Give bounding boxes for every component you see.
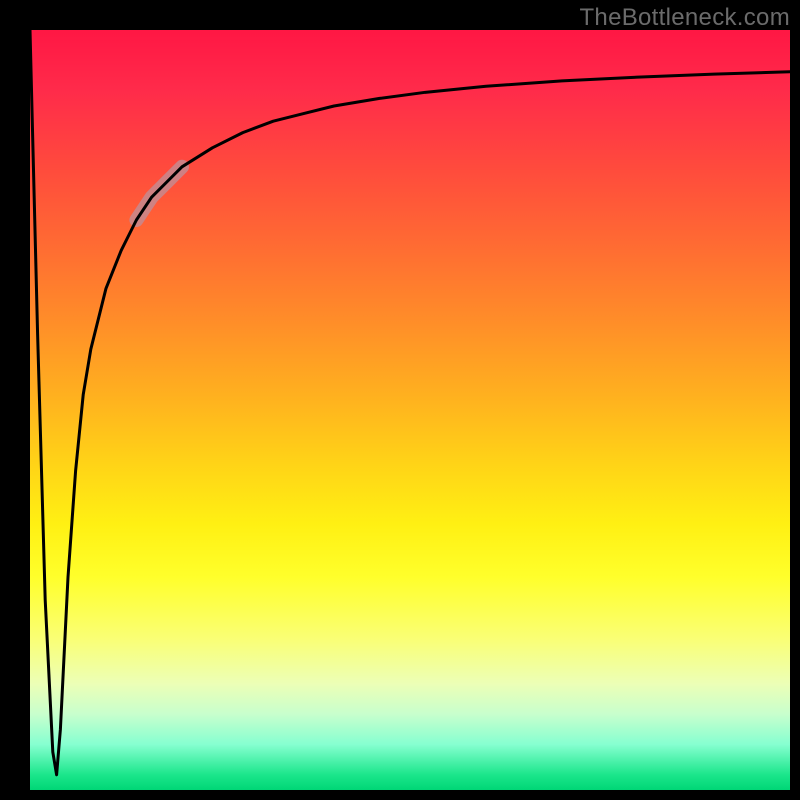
chart-frame: TheBottleneck.com: [0, 0, 800, 800]
plot-gradient-area: [30, 30, 790, 790]
curve-svg: [30, 30, 790, 790]
bottleneck-curve: [30, 30, 790, 775]
watermark-text: TheBottleneck.com: [579, 4, 790, 32]
